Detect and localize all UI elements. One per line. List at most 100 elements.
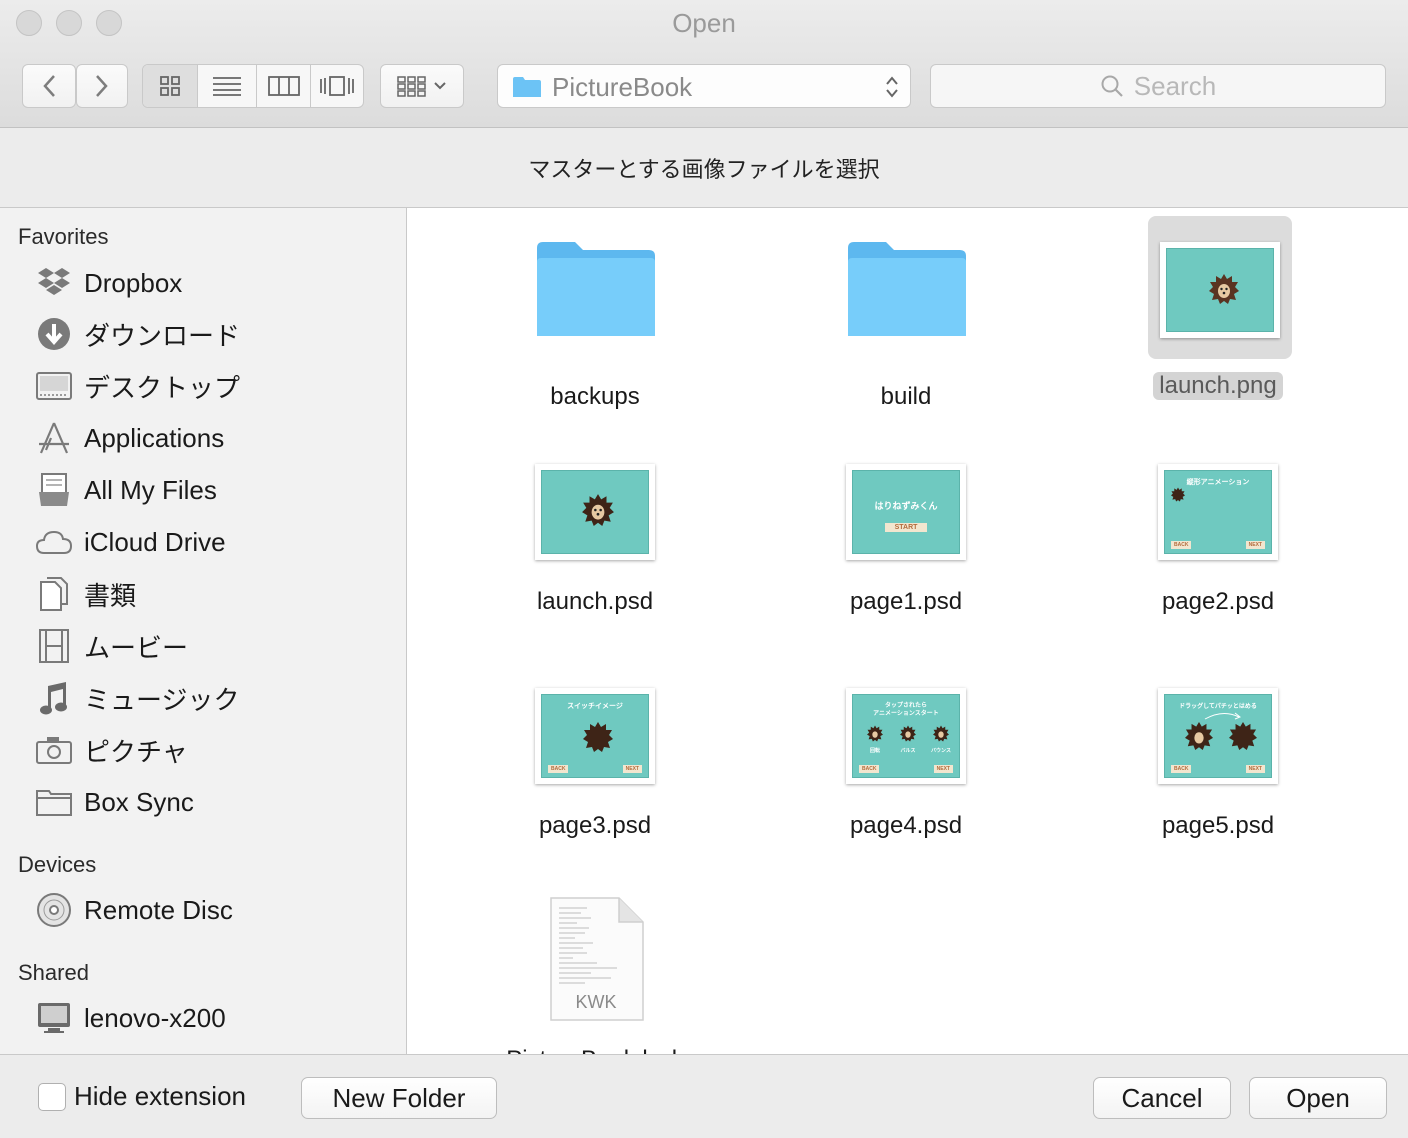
arrange-grid-icon [397, 76, 426, 97]
sidebar-item-movies[interactable]: ムービー [34, 624, 394, 668]
sidebar-item-applications[interactable]: Applications [34, 416, 394, 460]
file-type-label: KWK [575, 992, 617, 1012]
column-view-button[interactable] [257, 65, 312, 107]
desktop-icon [36, 372, 72, 400]
sidebar: Favorites Dropbox ダウンロード デスクトップ Applicat… [0, 208, 407, 1054]
location-popup[interactable]: PictureBook [497, 64, 911, 108]
hedgehog-image [1185, 722, 1213, 750]
arrow-icon [1204, 712, 1241, 720]
disc-icon [37, 893, 71, 927]
file-item[interactable]: はりねずみくん START page1.psd [806, 462, 1006, 622]
location-label: PictureBook [552, 72, 693, 102]
folder-icon [513, 77, 541, 97]
file-name: launch.psd [536, 588, 654, 615]
file-name: launch.png [1153, 372, 1283, 400]
search-field[interactable]: Search [930, 64, 1386, 108]
image-thumbnail: ドラッグしてパチッとはめる BACK NEXT [1158, 688, 1278, 784]
all-files-icon [39, 473, 69, 506]
forward-button[interactable] [76, 64, 128, 108]
applications-icon [39, 422, 69, 454]
file-name: page2.psd [1161, 588, 1275, 615]
cloud-icon [35, 530, 73, 554]
file-item[interactable]: KWK PictureBook.kwk [495, 896, 695, 1054]
file-name: backups [550, 383, 640, 410]
file-name: PictureBook.kwk [495, 1046, 695, 1054]
image-thumbnail: 縦形アニメーション BACK NEXT [1158, 464, 1278, 560]
hedgehog-image [1209, 274, 1239, 304]
sidebar-item-icloud-drive[interactable]: iCloud Drive [34, 520, 394, 564]
window-title: Open [672, 8, 736, 38]
search-placeholder: Search [1133, 70, 1217, 101]
image-thumbnail: タップされたら アニメーションスタート 回転 バルス バウンス BACK NEX… [846, 688, 966, 784]
file-item[interactable]: backups [495, 228, 695, 410]
file-name: page4.psd [849, 812, 963, 839]
hedgehog-image [1171, 487, 1185, 502]
chevron-left-icon [43, 75, 55, 97]
sidebar-item-downloads[interactable]: ダウンロード [34, 312, 394, 356]
shared-heading: Shared [18, 960, 89, 985]
music-icon [40, 682, 67, 715]
open-button[interactable]: Open [1249, 1077, 1387, 1119]
list-view-button[interactable] [198, 65, 257, 107]
hide-extension-checkbox[interactable] [38, 1083, 66, 1111]
folder-icon [848, 242, 966, 336]
file-name: build [880, 383, 932, 410]
hide-extension-label[interactable]: Hide extension [74, 1081, 246, 1112]
computer-icon [38, 1003, 70, 1033]
file-item[interactable]: タップされたら アニメーションスタート 回転 バルス バウンス BACK NEX… [806, 686, 1006, 846]
icon-view-button[interactable] [143, 65, 198, 107]
sidebar-item-documents[interactable]: 書類 [34, 572, 394, 616]
hedgehog-image [933, 725, 949, 742]
up-down-arrows-icon [886, 76, 898, 98]
camera-icon [36, 737, 72, 764]
file-name: page5.psd [1161, 812, 1275, 839]
file-item[interactable]: ドラッグしてパチッとはめる BACK NEXT page5.psd [1118, 686, 1318, 846]
file-item[interactable]: launch.psd [495, 462, 695, 622]
sidebar-item-lenovo-x200[interactable]: lenovo-x200 [34, 996, 394, 1040]
file-browser: backups build launch.png launch.psd はりねず… [408, 208, 1408, 1054]
dialog-footer: Hide extension New Folder Cancel Open [0, 1054, 1408, 1138]
chevron-right-icon [96, 75, 108, 97]
icon-view-icon [159, 76, 180, 96]
file-item[interactable]: build [806, 228, 1006, 410]
file-item[interactable]: スイッチイメージ BACK NEXT page3.psd [495, 686, 695, 846]
hedgehog-image [1229, 722, 1257, 750]
new-folder-button[interactable]: New Folder [301, 1077, 497, 1119]
image-thumbnail: はりねずみくん START [846, 464, 966, 560]
dropbox-icon [38, 268, 70, 295]
file-item-selected[interactable]: launch.png [1118, 216, 1318, 406]
sidebar-item-box-sync[interactable]: Box Sync [34, 780, 394, 824]
back-button[interactable] [22, 64, 76, 108]
devices-heading: Devices [18, 852, 97, 877]
file-name: page1.psd [849, 588, 963, 615]
folder-icon [36, 790, 72, 816]
sidebar-item-desktop[interactable]: デスクトップ [34, 364, 394, 408]
image-thumbnail [535, 464, 655, 560]
sidebar-item-remote-disc[interactable]: Remote Disc [34, 888, 394, 932]
image-thumbnail [1160, 242, 1280, 338]
movies-icon [39, 629, 69, 663]
view-mode-control [142, 64, 364, 108]
chevron-down-icon [434, 82, 446, 90]
arrange-button[interactable] [380, 64, 464, 108]
hedgehog-image [867, 725, 883, 742]
documents-icon [40, 577, 68, 611]
search-icon [1101, 75, 1123, 97]
image-thumbnail: スイッチイメージ BACK NEXT [535, 688, 655, 784]
favorites-heading: Favorites [18, 224, 109, 249]
hedgehog-image [900, 725, 916, 742]
download-icon [38, 318, 70, 350]
cancel-button[interactable]: Cancel [1093, 1077, 1231, 1119]
folder-icon [537, 242, 655, 336]
cover-flow-icon [320, 76, 355, 96]
sidebar-item-all-my-files[interactable]: All My Files [34, 468, 394, 512]
sidebar-item-pictures[interactable]: ピクチャ [34, 728, 394, 772]
cover-flow-view-button[interactable] [311, 65, 363, 107]
file-name: page3.psd [538, 812, 652, 839]
hedgehog-image [582, 494, 614, 526]
dialog-message: マスターとする画像ファイルを選択 [0, 128, 1408, 208]
file-item[interactable]: 縦形アニメーション BACK NEXT page2.psd [1118, 462, 1318, 622]
sidebar-item-dropbox[interactable]: Dropbox [34, 261, 394, 305]
hedgehog-image [583, 722, 613, 752]
sidebar-item-music[interactable]: ミュージック [34, 676, 394, 720]
